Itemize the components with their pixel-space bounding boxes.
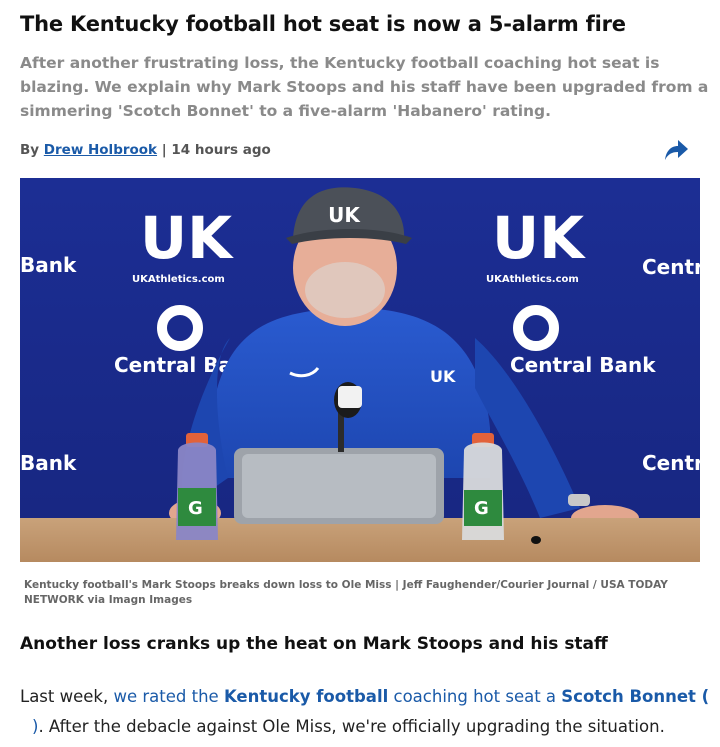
timestamp: 14 hours ago [171, 142, 271, 158]
article-photo: UK UKAthletics.com UK UKAthletics.com Ce… [20, 178, 700, 562]
backdrop-uk-logo-2: UK [492, 204, 586, 272]
svg-text:Bank: Bank [20, 253, 77, 277]
bottle-logo-2: G [474, 498, 489, 519]
byline-prefix: By [20, 142, 40, 158]
gatorade-bottle-left: G [176, 433, 218, 540]
svg-text:Centr: Centr [642, 451, 700, 475]
author-link[interactable]: Drew Holbrook [44, 142, 157, 158]
cap-logo: UK [328, 203, 361, 227]
body-p1-start: Last week, [20, 687, 109, 706]
backdrop-bank-text-2: Central Bank [510, 353, 656, 377]
kentucky-football-link[interactable]: Kentucky football [224, 687, 388, 706]
article-headline: The Kentucky football hot seat is now a … [20, 12, 626, 36]
hot-seat-link[interactable]: coaching hot seat a [394, 687, 557, 706]
photo-caption: Kentucky football's Mark Stoops breaks d… [24, 579, 668, 606]
backdrop-site-text: UKAthletics.com [132, 274, 225, 285]
rating-link[interactable]: we rated the [113, 687, 218, 706]
share-arrow-icon[interactable] [660, 136, 690, 164]
scotch-bonnet-link[interactable]: Scotch Bonnet ( [561, 687, 709, 706]
gatorade-bottle-right: G [462, 433, 504, 540]
article-body: Last week, we rated the Kentucky footbal… [20, 682, 710, 742]
backdrop-site-text-2: UKAthletics.com [486, 274, 579, 285]
body-p1-end: . After the debacle against Ole Miss, we… [38, 717, 665, 736]
backdrop-uk-logo: UK [140, 204, 234, 272]
article-dek: After another frustrating loss, the Kent… [20, 54, 709, 120]
section-subhead: Another loss cranks up the heat on Mark … [20, 634, 608, 654]
byline-separator: | [161, 142, 167, 158]
svg-text:Centr: Centr [642, 255, 700, 279]
shirt-logo: UK [430, 367, 456, 386]
byline: By Drew Holbrook | 14 hours ago [20, 142, 271, 158]
svg-text:Bank: Bank [20, 451, 77, 475]
bottle-logo: G [188, 498, 203, 519]
